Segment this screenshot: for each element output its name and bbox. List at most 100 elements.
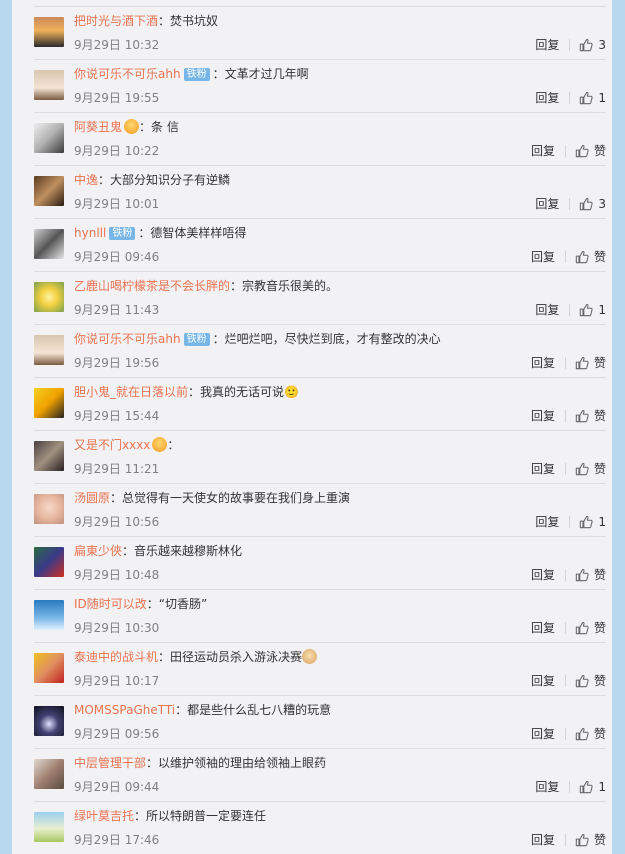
avatar[interactable] bbox=[34, 653, 64, 683]
avatar[interactable] bbox=[34, 388, 64, 418]
comment-time: 9月29日 19:56 bbox=[74, 356, 160, 370]
avatar[interactable] bbox=[34, 547, 64, 577]
like-button[interactable]: 赞 bbox=[575, 355, 606, 371]
avatar[interactable] bbox=[34, 494, 64, 524]
like-button[interactable]: 3 bbox=[579, 196, 606, 212]
comment-text: 烂吧烂吧，尽快烂到底，才有整改的决心 bbox=[224, 332, 441, 346]
reply-button[interactable]: 回复 bbox=[535, 779, 559, 795]
avatar[interactable] bbox=[34, 229, 64, 259]
like-count: 1 bbox=[598, 780, 606, 794]
username-link[interactable]: 你说可乐不可乐ahh bbox=[74, 67, 181, 81]
like-count: 1 bbox=[598, 515, 606, 529]
fan-badge[interactable]: 铁粉 bbox=[183, 333, 210, 346]
username-link[interactable]: 泰迪中的战斗机 bbox=[74, 650, 158, 664]
like-button[interactable]: 赞 bbox=[575, 726, 606, 742]
username-link[interactable]: 又是不门xxxx bbox=[74, 438, 150, 452]
username-link[interactable]: 绿叶莫吉托 bbox=[74, 809, 134, 823]
reply-button[interactable]: 回复 bbox=[531, 673, 555, 689]
like-button[interactable]: 1 bbox=[579, 302, 606, 318]
avatar[interactable] bbox=[34, 441, 64, 471]
username-link[interactable]: hynlll bbox=[74, 226, 106, 240]
comment-text: 音乐越来越穆斯林化 bbox=[134, 544, 243, 558]
reply-button[interactable]: 回复 bbox=[531, 249, 555, 265]
like-button[interactable]: 赞 bbox=[575, 620, 606, 636]
divider bbox=[569, 39, 571, 51]
comment-separator: ： bbox=[139, 120, 152, 134]
avatar[interactable] bbox=[34, 812, 64, 842]
username-link[interactable]: 中逸 bbox=[74, 173, 98, 187]
comment-line: 扁東少俠：音乐越来越穆斯林化 bbox=[74, 543, 606, 559]
reply-button[interactable]: 回复 bbox=[531, 620, 555, 636]
reply-button[interactable]: 回复 bbox=[531, 408, 555, 424]
avatar[interactable] bbox=[34, 123, 64, 153]
like-count: 赞 bbox=[593, 674, 606, 688]
comment-text: 以维护领袖的理由给领袖上眼药 bbox=[158, 756, 327, 770]
avatar[interactable] bbox=[34, 706, 64, 736]
comment-line: hynlll 铁粉 ：德智体美样样唔得 bbox=[74, 225, 606, 241]
reply-button[interactable]: 回复 bbox=[531, 567, 555, 583]
like-count: 赞 bbox=[593, 833, 606, 847]
fan-badge[interactable]: 铁粉 bbox=[183, 68, 210, 81]
reply-button[interactable]: 回复 bbox=[531, 143, 555, 159]
avatar[interactable] bbox=[34, 282, 64, 312]
reply-button[interactable]: 回复 bbox=[535, 514, 559, 530]
username-link[interactable]: 汤圆原 bbox=[74, 491, 110, 505]
like-count: 赞 bbox=[593, 462, 606, 476]
avatar[interactable] bbox=[34, 600, 64, 630]
username-link[interactable]: 你说可乐不可乐ahh bbox=[74, 332, 181, 346]
username-link[interactable]: MOMSSPaGheTTi bbox=[74, 703, 175, 717]
like-button[interactable]: 1 bbox=[579, 779, 606, 795]
reply-button[interactable]: 回复 bbox=[531, 726, 555, 742]
fan-badge[interactable]: 铁粉 bbox=[109, 227, 136, 240]
like-count: 1 bbox=[598, 91, 606, 105]
reply-button[interactable]: 回复 bbox=[535, 90, 559, 106]
username-link[interactable]: 乙鹿山喝柠檬茶是不会长胖的 bbox=[74, 279, 230, 293]
comment-line: 又是不门xxxx ： bbox=[74, 437, 606, 453]
comment-separator: ： bbox=[167, 438, 180, 452]
comment-actions: 回复 3 bbox=[535, 196, 606, 212]
comment-time: 9月29日 09:56 bbox=[74, 727, 160, 741]
avatar[interactable] bbox=[34, 759, 64, 789]
like-button[interactable]: 赞 bbox=[575, 832, 606, 848]
comment-item: 中逸：大部分知识分子有逆鳞 9月29日 10:01 回复 3 bbox=[34, 165, 606, 218]
comment-time: 9月29日 10:30 bbox=[74, 621, 160, 635]
avatar[interactable] bbox=[34, 335, 64, 365]
reply-button[interactable]: 回复 bbox=[535, 37, 559, 53]
avatar[interactable] bbox=[34, 17, 64, 47]
like-button[interactable]: 赞 bbox=[575, 673, 606, 689]
username-link[interactable]: 阿葵丑鬼 bbox=[74, 120, 122, 134]
comment-item: 扁東少俠：音乐越来越穆斯林化 9月29日 10:48 回复 赞 bbox=[34, 536, 606, 589]
avatar[interactable] bbox=[34, 70, 64, 100]
comment-panel: 把时光与酒下酒：焚书坑奴 9月29日 10:32 回复 3 你说可乐不可乐ahh 铁粉 ：文… bbox=[12, 0, 612, 854]
thumbs-up-icon bbox=[580, 197, 593, 211]
like-button[interactable]: 赞 bbox=[575, 408, 606, 424]
reply-button[interactable]: 回复 bbox=[535, 302, 559, 318]
reply-button[interactable]: 回复 bbox=[535, 196, 559, 212]
like-button[interactable]: 3 bbox=[579, 37, 606, 53]
avatar[interactable] bbox=[34, 176, 64, 206]
like-button[interactable]: 赞 bbox=[575, 567, 606, 583]
divider bbox=[569, 92, 571, 104]
comment-text: 大部分知识分子有逆鳞 bbox=[110, 173, 231, 187]
username-link[interactable]: 把时光与酒下酒 bbox=[74, 14, 158, 28]
username-link[interactable]: 扁東少俠 bbox=[74, 544, 122, 558]
like-button[interactable]: 1 bbox=[579, 90, 606, 106]
reply-button[interactable]: 回复 bbox=[531, 355, 555, 371]
like-button[interactable]: 赞 bbox=[575, 249, 606, 265]
comment-line: 中逸：大部分知识分子有逆鳞 bbox=[74, 172, 606, 188]
reply-button[interactable]: 回复 bbox=[531, 461, 555, 477]
like-button[interactable]: 赞 bbox=[575, 461, 606, 477]
username-link[interactable]: 胆小鬼_就在日落以前 bbox=[74, 385, 188, 399]
comment-separator: ： bbox=[110, 491, 123, 505]
comment-time: 9月29日 10:48 bbox=[74, 568, 160, 582]
username-link[interactable]: ID随时可以改 bbox=[74, 597, 147, 611]
comment-actions: 回复 赞 bbox=[531, 673, 606, 689]
comment-separator: ： bbox=[146, 597, 159, 611]
like-button[interactable]: 1 bbox=[579, 514, 606, 530]
comment-time: 9月29日 09:46 bbox=[74, 250, 160, 264]
reply-button[interactable]: 回复 bbox=[531, 832, 555, 848]
like-count: 3 bbox=[598, 38, 606, 52]
username-link[interactable]: 中层管理干部 bbox=[74, 756, 146, 770]
thumbs-up-icon bbox=[580, 38, 593, 52]
like-button[interactable]: 赞 bbox=[575, 143, 606, 159]
